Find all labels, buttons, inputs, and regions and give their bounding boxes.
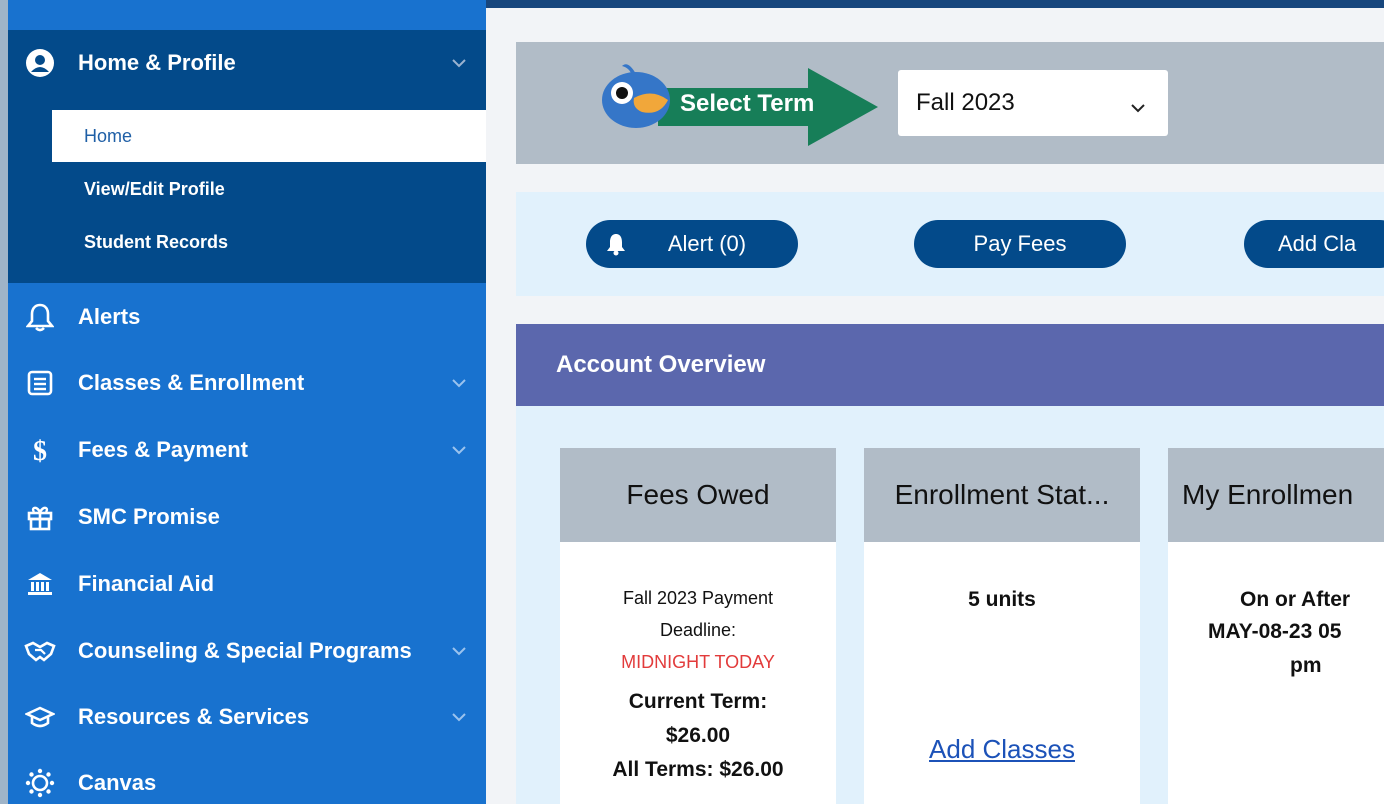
canvas-icon xyxy=(24,767,56,799)
sidebar-item-counseling-special-programs[interactable]: Counseling & Special Programs xyxy=(8,628,486,674)
sidebar-item-canvas[interactable]: Canvas xyxy=(8,760,486,804)
sidebar-item-label: Home & Profile xyxy=(78,50,236,75)
main-top-strip xyxy=(486,0,1384,8)
payment-deadline-value: MIDNIGHT TODAY xyxy=(621,652,775,672)
sidebar-item-fees-payment[interactable]: $ Fees & Payment xyxy=(8,427,486,473)
window-left-edge xyxy=(0,0,8,804)
sidebar-item-label: Financial Aid xyxy=(78,571,215,596)
user-circle-icon xyxy=(24,47,56,79)
dollar-icon: $ xyxy=(24,434,56,466)
sidebar-item-alerts[interactable]: Alerts xyxy=(8,294,486,340)
sidebar-subitem-label: Home xyxy=(84,125,133,146)
enrollment-date-line-1: On or After xyxy=(1240,588,1351,611)
chevron-down-icon xyxy=(1130,92,1146,120)
bank-icon xyxy=(24,568,56,600)
chevron-down-icon xyxy=(448,52,470,74)
fees-owed-card-title: Fees Owed xyxy=(560,448,836,542)
list-icon xyxy=(24,367,56,399)
chevron-down-icon xyxy=(448,439,470,461)
sidebar-item-home-profile[interactable]: Home & Profile xyxy=(8,40,486,86)
bell-icon xyxy=(24,301,56,333)
add-classes-button[interactable]: Add Cla xyxy=(1244,220,1384,268)
select-term-label: Select Term xyxy=(680,90,815,117)
enrollment-status-card: Enrollment Stat... 5 units Add Classes xyxy=(864,448,1140,804)
gift-icon xyxy=(24,501,56,533)
payment-deadline-label-2: Deadline: xyxy=(659,620,737,640)
add-classes-link[interactable]: Add Classes xyxy=(929,734,1075,764)
sidebar-item-label: Alerts xyxy=(78,304,141,329)
sidebar-item-label: SMC Promise xyxy=(78,504,220,529)
sidebar-item-label: Resources & Services xyxy=(78,704,310,729)
payment-deadline-label: Fall 2023 Payment xyxy=(622,588,774,608)
add-classes-link-wrap: Add Classes xyxy=(864,734,1140,765)
handshake-icon xyxy=(24,635,56,667)
my-enrollment-card: My Enrollmen On or After MAY-08-23 05 pm xyxy=(1168,448,1384,804)
alert-button[interactable]: Alert (0) xyxy=(586,220,798,268)
bell-icon xyxy=(606,232,626,262)
all-terms-amount: All Terms: $26.00 xyxy=(612,758,784,781)
account-overview-title: Account Overview xyxy=(556,351,766,378)
sidebar-top-strip xyxy=(8,0,486,8)
alert-button-label: Alert (0) xyxy=(667,231,747,256)
sidebar-subitem-label: Student Records xyxy=(84,231,229,252)
pay-fees-button[interactable]: Pay Fees xyxy=(914,220,1126,268)
sidebar-item-financial-aid[interactable]: Financial Aid xyxy=(8,561,486,607)
sidebar-item-resources-services[interactable]: Resources & Services xyxy=(8,694,486,740)
current-term-label: Current Term: xyxy=(628,690,768,713)
sidebar-subitem-view-edit-profile[interactable]: View/Edit Profile xyxy=(52,163,486,215)
chevron-down-icon xyxy=(448,706,470,728)
sidebar-subitem-home[interactable]: Home xyxy=(52,110,486,162)
my-enrollment-card-title: My Enrollmen xyxy=(1168,448,1384,542)
term-select-dropdown[interactable]: Fall 2023 xyxy=(898,70,1168,136)
current-term-amount: $26.00 xyxy=(665,724,731,747)
sidebar: Home & Profile Home View/Edit Profile St… xyxy=(8,0,486,804)
mascot-bird-icon xyxy=(602,64,670,128)
enrollment-date-line-3: pm xyxy=(1290,654,1322,677)
chevron-down-icon xyxy=(448,640,470,662)
term-selector-bar: Select Term Fall 2023 xyxy=(516,42,1384,164)
chevron-down-icon xyxy=(448,372,470,394)
quick-action-bar: Alert (0) Pay Fees Add Cla xyxy=(516,192,1384,296)
fees-owed-card: Fees Owed Fall 2023 Payment Deadline: MI… xyxy=(560,448,836,804)
pay-fees-label: Pay Fees xyxy=(973,231,1067,256)
sidebar-item-classes-enrollment[interactable]: Classes & Enrollment xyxy=(8,360,486,406)
term-select-value: Fall 2023 xyxy=(916,89,1015,116)
enrollment-date-line-2: MAY-08-23 05 xyxy=(1208,620,1342,643)
sidebar-subitem-student-records[interactable]: Student Records xyxy=(52,216,486,268)
add-classes-label: Add Cla xyxy=(1278,231,1357,256)
sidebar-item-label: Classes & Enrollment xyxy=(78,370,305,395)
enrollment-status-card-title: Enrollment Stat... xyxy=(864,448,1140,542)
main-content: Select Term Fall 2023 Alert (0) Pay Fees… xyxy=(486,0,1384,804)
account-overview-body: Fees Owed Fall 2023 Payment Deadline: MI… xyxy=(516,406,1384,804)
svg-text:$: $ xyxy=(33,436,47,465)
sidebar-subitem-label: View/Edit Profile xyxy=(84,178,225,199)
enrolled-units: 5 units xyxy=(968,588,1036,611)
sidebar-item-label: Counseling & Special Programs xyxy=(78,638,412,663)
sidebar-item-smc-promise[interactable]: SMC Promise xyxy=(8,494,486,540)
sidebar-item-label: Canvas xyxy=(78,770,157,795)
account-overview-header: Account Overview xyxy=(516,324,1384,406)
graduation-cap-icon xyxy=(24,701,56,733)
sidebar-item-label: Fees & Payment xyxy=(78,437,248,462)
